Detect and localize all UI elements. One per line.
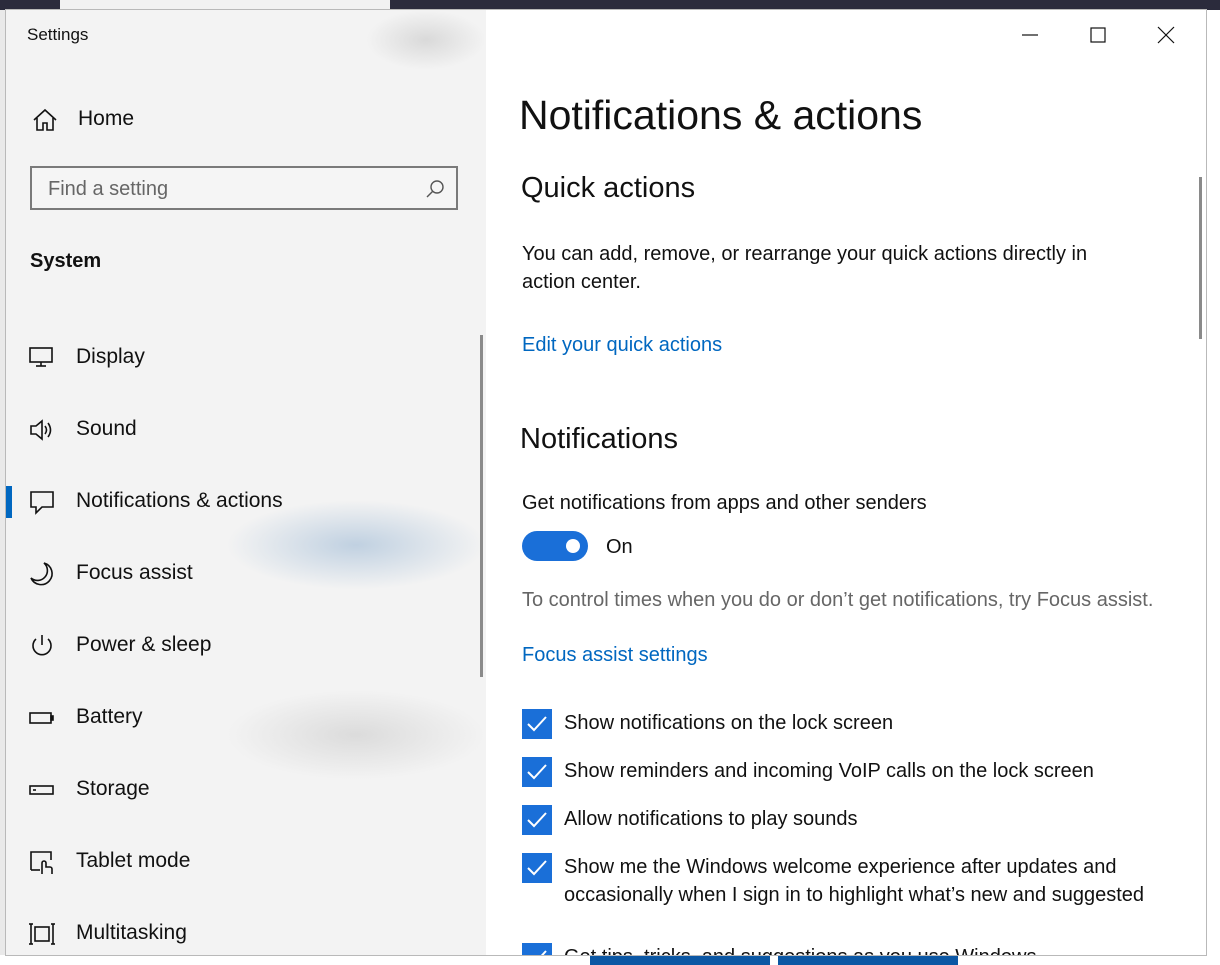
window-controls <box>986 10 1206 60</box>
main-scrollbar[interactable] <box>1199 177 1202 339</box>
home-label: Home <box>78 107 135 130</box>
settings-window: Settings Home System <box>6 10 1206 955</box>
close-icon <box>1157 26 1175 44</box>
app-title: Settings <box>27 25 89 44</box>
sidebar-item-label: Battery <box>76 705 143 728</box>
selection-indicator <box>6 486 12 518</box>
sidebar-item-battery[interactable]: Battery <box>6 690 482 746</box>
minimize-button[interactable] <box>996 10 1064 60</box>
checkmark-icon <box>527 764 547 780</box>
home-nav-item[interactable]: Home <box>6 98 486 142</box>
focus-assist-settings-link[interactable]: Focus assist settings <box>522 644 708 667</box>
toggle-state-label: On <box>606 536 633 558</box>
storage-icon <box>28 776 56 804</box>
checkmark-icon <box>540 950 547 955</box>
notifications-toggle[interactable] <box>522 531 588 561</box>
home-icon <box>32 107 58 133</box>
background-button <box>590 955 770 965</box>
checkbox-welcome-experience[interactable] <box>522 853 552 883</box>
checkmark-icon <box>527 860 547 876</box>
sidebar-item-label: Storage <box>76 777 150 800</box>
sidebar-item-label: Sound <box>76 417 137 440</box>
checkbox-lock-screen-notifications[interactable] <box>522 709 552 739</box>
sidebar-item-multitasking[interactable]: Multitasking <box>6 906 482 955</box>
checkbox-label: Show notifications on the lock screen <box>564 712 894 734</box>
sidebar-item-sound[interactable]: Sound <box>6 402 482 458</box>
sidebar-item-power-sleep[interactable]: Power & sleep <box>6 618 482 674</box>
acrylic-blur <box>366 10 486 70</box>
toggle-knob <box>566 539 580 553</box>
battery-icon <box>28 704 56 732</box>
notifications-heading: Notifications <box>520 423 678 455</box>
sidebar-scrollbar[interactable] <box>480 335 483 677</box>
sidebar-item-label: Display <box>76 345 145 368</box>
checkbox-label: Show me the Windows welcome experience a… <box>564 856 1144 906</box>
background-button <box>778 955 958 965</box>
search-input[interactable] <box>46 174 410 204</box>
power-icon <box>28 632 56 660</box>
checkbox-notification-sounds[interactable] <box>522 805 552 835</box>
notifications-icon <box>28 488 56 516</box>
minimize-icon <box>1022 34 1038 36</box>
sidebar-item-label: Tablet mode <box>76 849 191 872</box>
page-title: Notifications & actions <box>519 92 923 138</box>
background-browser-tab <box>60 0 390 10</box>
sidebar-item-tablet-mode[interactable]: Tablet mode <box>6 834 482 890</box>
speaker-icon <box>28 416 56 444</box>
checkbox-reminders-voip[interactable] <box>522 757 552 787</box>
checkbox-label: Allow notifications to play sounds <box>564 808 858 830</box>
toggle-caption: Get notifications from apps and other se… <box>522 492 927 514</box>
section-label-system: System <box>30 250 102 272</box>
main-content: Notifications & actions Quick actions Yo… <box>486 10 1206 955</box>
checkbox-tips-tricks[interactable] <box>522 943 552 955</box>
multitasking-icon <box>28 920 56 948</box>
tablet-mode-icon <box>28 848 56 876</box>
edit-quick-actions-link[interactable]: Edit your quick actions <box>522 334 722 357</box>
moon-icon <box>28 560 56 588</box>
sidebar-item-notifications[interactable]: Notifications & actions <box>6 474 482 530</box>
sidebar-item-storage[interactable]: Storage <box>6 762 482 818</box>
sidebar-item-label: Notifications & actions <box>76 489 283 512</box>
checkbox-label: Get tips, tricks, and suggestions as you… <box>564 943 1164 955</box>
close-button[interactable] <box>1132 10 1200 60</box>
search-box[interactable] <box>30 166 458 210</box>
maximize-icon <box>1090 27 1106 43</box>
search-icon[interactable] <box>424 178 446 200</box>
focus-assist-description: To control times when you do or don’t ge… <box>522 589 1154 611</box>
maximize-button[interactable] <box>1064 10 1132 60</box>
background-browser-bottom <box>0 955 1220 965</box>
quick-actions-heading: Quick actions <box>521 172 696 204</box>
display-icon <box>28 344 56 372</box>
sidebar: Settings Home System <box>6 10 486 955</box>
sidebar-item-focus-assist[interactable]: Focus assist <box>6 546 482 602</box>
sidebar-item-display[interactable]: Display <box>6 330 482 386</box>
sidebar-item-label: Focus assist <box>76 561 193 584</box>
sidebar-item-label: Power & sleep <box>76 633 212 656</box>
checkmark-icon <box>527 812 547 828</box>
checkbox-label: Show reminders and incoming VoIP calls o… <box>564 760 1094 782</box>
quick-actions-description: You can add, remove, or rearrange your q… <box>522 243 1088 293</box>
background-browser-page <box>1206 10 1220 965</box>
sidebar-item-label: Multitasking <box>76 921 187 944</box>
checkmark-icon <box>527 716 547 732</box>
